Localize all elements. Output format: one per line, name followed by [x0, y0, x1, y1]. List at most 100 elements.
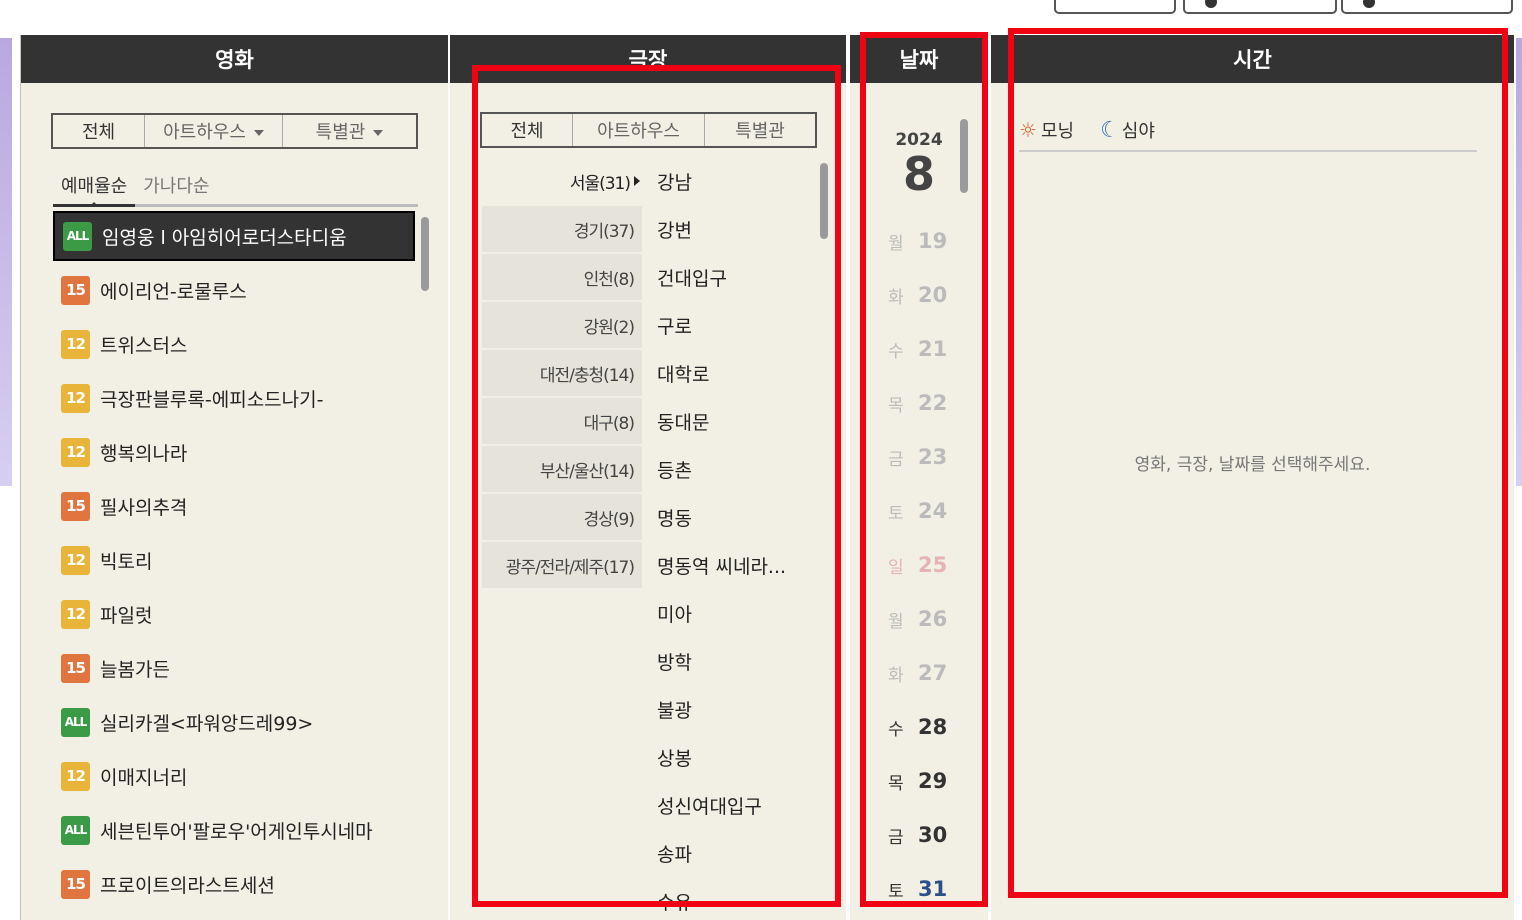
movie-title: 빅토리: [100, 550, 153, 573]
tab-label: 전체: [81, 122, 116, 143]
theater-item[interactable]: 미아: [657, 590, 692, 636]
weekday-label: 토: [888, 881, 904, 902]
rating-badge: ALL: [61, 815, 90, 845]
date-item[interactable]: 월 26: [888, 599, 968, 639]
theater-list-scrollbar[interactable]: [820, 163, 828, 239]
movie-item[interactable]: ALL 세븐틴투어'팔로우'어게인투시네마: [53, 807, 415, 853]
theater-tab-all[interactable]: 전체: [482, 114, 573, 146]
date-item[interactable]: 금 23: [888, 437, 968, 477]
movie-item[interactable]: 15 프로이트의라스트세션: [53, 861, 415, 907]
chevron-down-icon: [253, 129, 264, 136]
region-item[interactable]: 강원(2): [482, 302, 642, 348]
date-column: 날짜 2024 8 월 19 화 20 수 21 목 22 금 23 토 24 일 25 월 26 화 27 수 28…: [850, 35, 988, 920]
movie-title: 세븐틴투어'팔로우'어게인투시네마: [100, 820, 373, 843]
top-button-2[interactable]: [1183, 0, 1337, 14]
tab-label: 전체: [510, 121, 544, 142]
movie-title: 에이리언-로물루스: [100, 280, 247, 303]
movie-item[interactable]: 15 필사의추격: [53, 483, 415, 529]
weekday-label: 화: [888, 665, 904, 686]
theater-item[interactable]: 건대입구: [657, 254, 727, 300]
rating-badge: 12: [61, 545, 90, 575]
date-item[interactable]: 수 28: [888, 707, 968, 747]
theater-item[interactable]: 동대문: [657, 398, 709, 444]
region-item[interactable]: 대구(8): [482, 398, 642, 444]
date-item[interactable]: 화 27: [888, 653, 968, 693]
theater-item[interactable]: 수유: [657, 878, 692, 920]
movie-tab-special[interactable]: 특별관: [283, 115, 416, 147]
weekday-label: 화: [888, 287, 904, 308]
theater-item[interactable]: 성신여대입구: [657, 782, 762, 828]
region-item[interactable]: 대전/충청(14): [482, 350, 642, 396]
movie-item[interactable]: 12 극장판블루록-에피소드나기-: [53, 375, 415, 421]
date-item[interactable]: 토 24: [888, 491, 968, 531]
morning-filter[interactable]: ☼ 모닝: [1019, 117, 1074, 143]
date-item[interactable]: 일 25: [888, 545, 968, 585]
date-item[interactable]: 수 21: [888, 329, 968, 369]
movie-title: 실리카겔<파워앙드레99>: [100, 712, 314, 735]
date-item[interactable]: 월 19: [888, 221, 968, 261]
theater-item[interactable]: 명동역 씨네라...: [657, 542, 786, 588]
date-item[interactable]: 토 31: [888, 869, 968, 909]
day-number: 23: [918, 445, 948, 469]
movie-item[interactable]: ALL 실리카겔<파워앙드레99>: [53, 699, 415, 745]
day-number: 21: [918, 337, 948, 361]
theater-tab-arthouse[interactable]: 아트하우스: [573, 114, 705, 146]
sort-by-booking-rate[interactable]: 예매율순: [53, 168, 136, 207]
theater-item[interactable]: 구로: [657, 302, 692, 348]
day-number: 30: [918, 823, 948, 847]
movie-item[interactable]: 12 이매지너리: [53, 753, 415, 799]
weekday-label: 월: [888, 611, 904, 632]
theater-item[interactable]: 상봉: [657, 734, 692, 780]
theater-item[interactable]: 불광: [657, 686, 692, 732]
region-item[interactable]: 경상(9): [482, 494, 642, 540]
night-label: 심야: [1121, 121, 1155, 142]
day-number: 19: [918, 229, 948, 253]
region-item[interactable]: 인천(8): [482, 254, 642, 300]
time-filter: ☼ 모닝 ☾ 심야: [1019, 110, 1477, 152]
date-item[interactable]: 화 20: [888, 275, 968, 315]
movie-item[interactable]: 12 행복의나라: [53, 429, 415, 475]
movie-item[interactable]: 12 트위스터스: [53, 321, 415, 367]
date-item[interactable]: 목 29: [888, 761, 968, 801]
movie-tab-arthouse[interactable]: 아트하우스: [145, 115, 283, 147]
region-item[interactable]: 서울(31): [482, 158, 642, 204]
date-list-scrollbar[interactable]: [960, 119, 968, 193]
sort-tabs: 예매율순 가나다순: [53, 168, 418, 207]
theater-tab-special[interactable]: 특별관: [705, 114, 815, 146]
theater-item[interactable]: 송파: [657, 830, 692, 876]
region-item[interactable]: 경기(37): [482, 206, 642, 252]
sort-by-name[interactable]: 가나다순: [135, 168, 217, 204]
time-column: 시간 ☼ 모닝 ☾ 심야 영화, 극장, 날짜를 선택해주세요.: [991, 35, 1514, 920]
rating-badge: 12: [61, 437, 90, 467]
top-button-3[interactable]: [1341, 0, 1513, 14]
theater-item[interactable]: 강남: [657, 158, 692, 204]
top-button-1[interactable]: [1054, 0, 1176, 14]
theater-item[interactable]: 명동: [657, 494, 692, 540]
rating-badge: 12: [61, 329, 90, 359]
tab-label: 아트하우스: [163, 122, 246, 143]
movie-tab-all[interactable]: 전체: [53, 115, 145, 147]
movie-list-scrollbar[interactable]: [421, 217, 429, 291]
weekday-label: 수: [888, 719, 904, 740]
weekday-label: 월: [888, 233, 904, 254]
region-label: 대전/충청(14): [539, 365, 635, 386]
tab-label: 특별관: [315, 122, 366, 143]
rating-badge: 15: [61, 275, 90, 305]
page-background-left: [0, 38, 12, 486]
movie-item[interactable]: 15 늘봄가든: [53, 645, 415, 691]
theater-item[interactable]: 방학: [657, 638, 692, 684]
movie-item[interactable]: ALL 임영웅 l 아임히어로더스타디움: [53, 211, 415, 261]
region-item[interactable]: 부산/울산(14): [482, 446, 642, 492]
theater-item[interactable]: 대학로: [657, 350, 709, 396]
region-label: 대구(8): [583, 413, 635, 434]
date-item[interactable]: 금 30: [888, 815, 968, 855]
movie-item[interactable]: 12 파일럿: [53, 591, 415, 637]
movie-item[interactable]: 12 빅토리: [53, 537, 415, 583]
date-item[interactable]: 목 22: [888, 383, 968, 423]
theater-item[interactable]: 등촌: [657, 446, 692, 492]
region-item[interactable]: 광주/전라/제주(17): [482, 542, 642, 588]
movie-title: 행복의나라: [100, 442, 188, 465]
theater-item[interactable]: 강변: [657, 206, 692, 252]
night-filter[interactable]: ☾ 심야: [1100, 117, 1155, 143]
movie-item[interactable]: 15 에이리언-로물루스: [53, 267, 415, 313]
